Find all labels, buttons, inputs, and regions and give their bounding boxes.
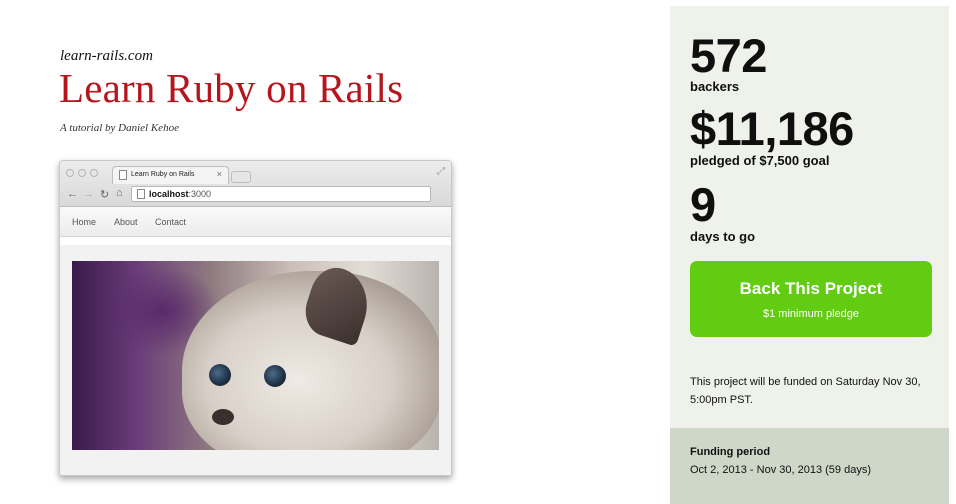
cat-photo: [72, 261, 439, 450]
window-dot: [66, 169, 74, 177]
mock-nav-home: Home: [72, 217, 97, 227]
promo-site-url: learn-rails.com: [60, 48, 153, 64]
back-button-sublabel: $1 minimum pledge: [763, 308, 859, 320]
pledged-label: pledged of $7,500 goal: [690, 153, 830, 168]
promo-byline: A tutorial by Daniel Kehoe: [60, 122, 179, 134]
home-icon: ⌂: [116, 187, 123, 199]
address-url: localhost:3000: [149, 189, 211, 199]
new-tab-icon: [231, 171, 251, 183]
mock-nav-contact: Contact: [155, 217, 187, 227]
address-bar: localhost:3000: [131, 186, 431, 202]
back-button-label: Back This Project: [739, 279, 883, 298]
backers-label: backers: [690, 79, 740, 94]
page-icon: [119, 170, 127, 180]
browser-toolbar: Learn Ruby on Rails × ⤢ ← → ↻ ⌂ localhos…: [60, 161, 451, 207]
cat-eye: [264, 365, 286, 387]
browser-tab: Learn Ruby on Rails ×: [112, 166, 229, 184]
page-icon: [137, 189, 145, 199]
funding-period-title: Funding period: [690, 446, 771, 458]
expand-icon: ⤢: [437, 166, 445, 177]
mock-divider: [60, 237, 451, 245]
window-controls: [66, 169, 98, 177]
back-this-project-button[interactable]: Back This Project $1 minimum pledge: [690, 261, 932, 337]
days-label: days to go: [690, 229, 756, 244]
close-icon: ×: [216, 169, 222, 179]
cat-eye: [209, 364, 231, 386]
forward-arrow-icon: →: [83, 188, 94, 200]
promo-title: Learn Ruby on Rails: [59, 65, 404, 111]
window-dot: [90, 169, 98, 177]
back-arrow-icon: ←: [67, 188, 78, 200]
window-dot: [78, 169, 86, 177]
project-stats-panel: 572 backers $11,186 pledged of $7,500 go…: [670, 6, 949, 504]
funding-deadline-note: This project will be funded on Saturday …: [690, 376, 921, 406]
url-port: :3000: [188, 189, 212, 199]
url-host: localhost: [149, 189, 189, 199]
browser-mockup: Learn Ruby on Rails × ⤢ ← → ↻ ⌂ localhos…: [59, 160, 452, 476]
funding-period-box: Funding period Oct 2, 2013 - Nov 30, 201…: [670, 428, 949, 504]
mock-site-nav: Home About Contact: [60, 207, 451, 237]
mock-nav-about: About: [114, 217, 138, 227]
reload-icon: ↻: [100, 189, 110, 201]
pledged-amount: $11,186: [690, 102, 854, 155]
funding-period-dates: Oct 2, 2013 - Nov 30, 2013 (59 days): [690, 464, 871, 476]
backers-count: 572: [690, 29, 767, 82]
project-promo-image: learn-rails.com Learn Ruby on Rails A tu…: [0, 0, 660, 504]
days-remaining: 9: [690, 178, 716, 231]
cat-nose: [212, 409, 234, 425]
browser-tab-title: Learn Ruby on Rails: [131, 171, 195, 178]
